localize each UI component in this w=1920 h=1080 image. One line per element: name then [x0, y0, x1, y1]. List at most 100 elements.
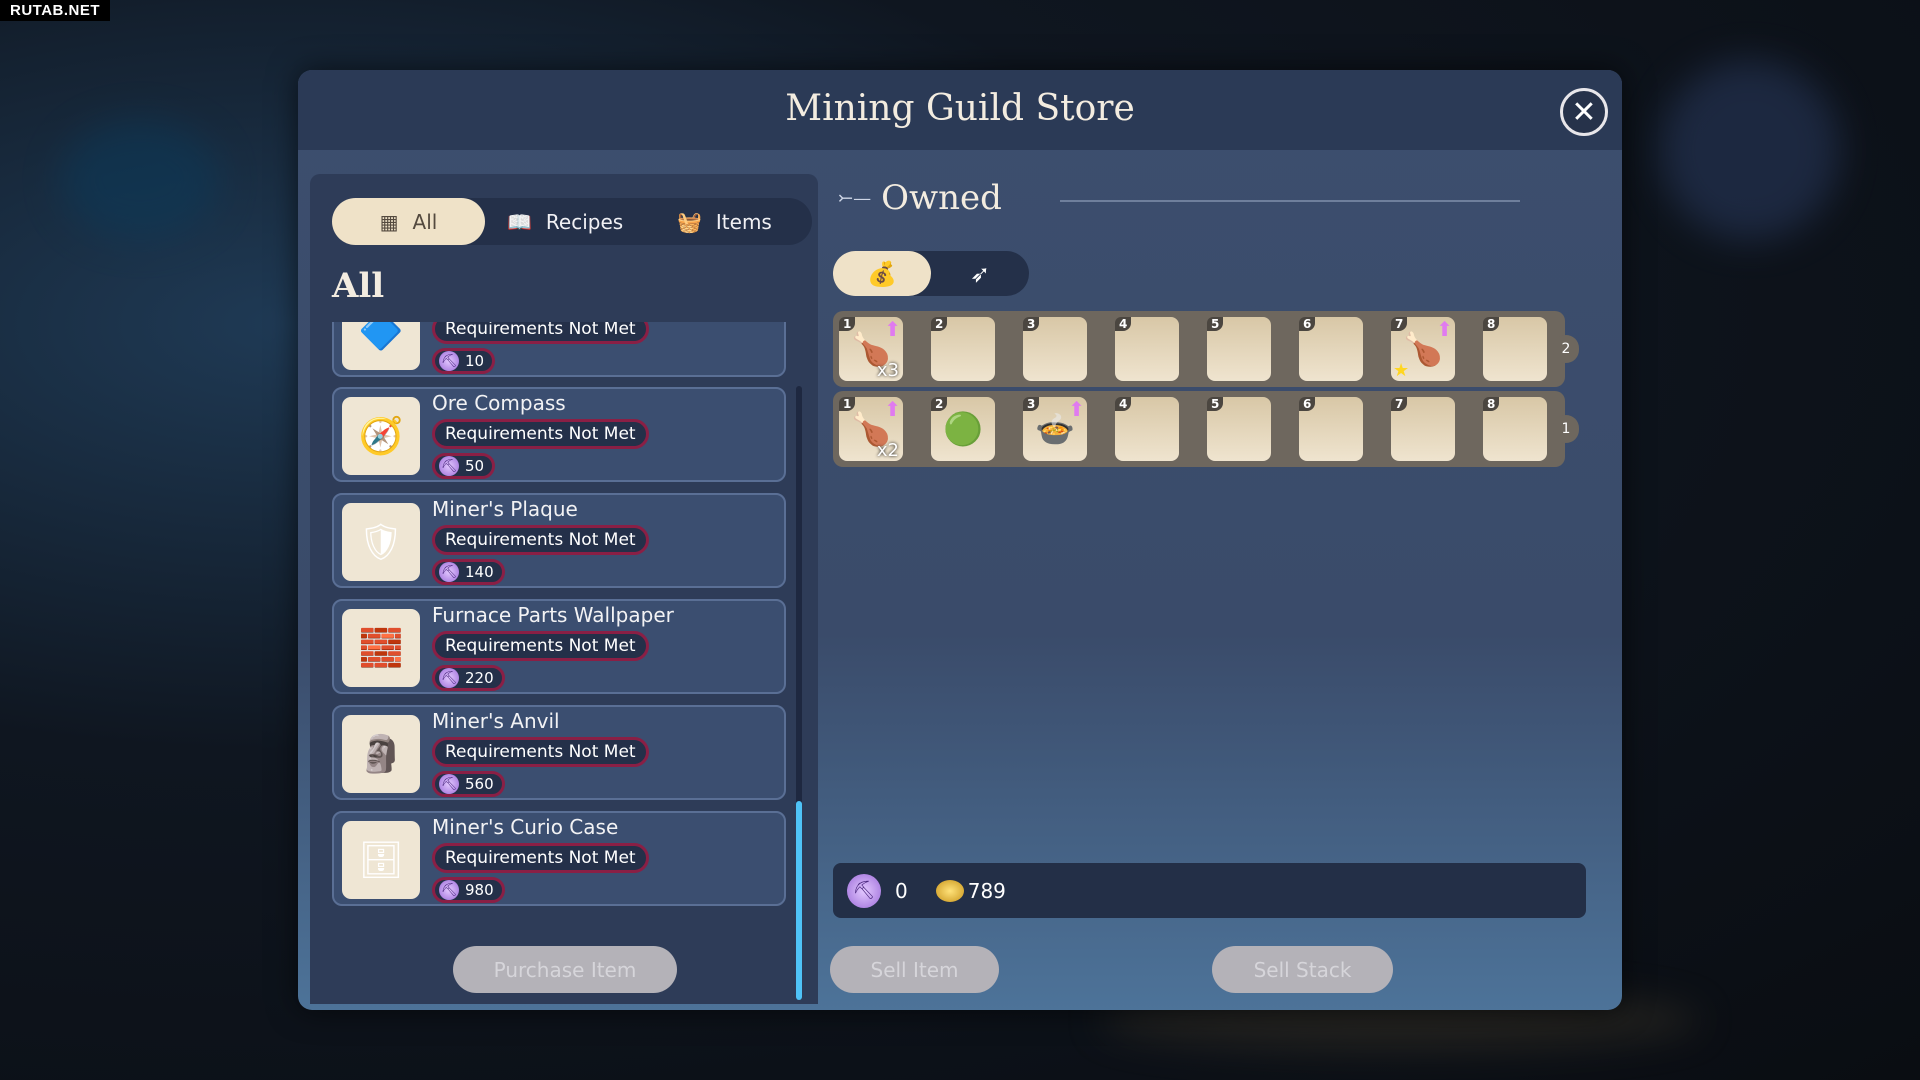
item-price: ⛏ 140	[432, 559, 505, 585]
item-thumbnail: 🗄	[342, 821, 420, 899]
inventory-slot[interactable]: 7	[1391, 397, 1455, 461]
inventory-slot[interactable]: 5	[1207, 397, 1271, 461]
inventory-slot[interactable]: 🍗 7 ⬆ ★	[1391, 317, 1455, 381]
bag-toggle[interactable]: 💰	[833, 251, 931, 296]
guild-token-count: 0	[895, 878, 908, 903]
slot-number: 7	[1391, 397, 1408, 411]
inventory-slot[interactable]: 🍲 3 ⬆	[1023, 397, 1087, 461]
divider	[1060, 200, 1520, 202]
upgrade-arrow-icon: ⬆	[1436, 317, 1453, 341]
inventory-toggle: 💰 ➶	[833, 251, 1029, 296]
item-price: ⛏ 10	[432, 348, 496, 374]
item-thumbnail: 🛡	[342, 503, 420, 581]
store-panel: ▦All 📖Recipes 🧺Items All 🔷 Palium Bar Re…	[310, 174, 818, 1004]
requirements-badge: Requirements Not Met	[432, 631, 649, 661]
store-item[interactable]: 🛡 Miner's Plaque Requirements Not Met ⛏ 1…	[332, 493, 786, 588]
price-value: 50	[465, 457, 485, 475]
gold-coin-icon	[935, 879, 964, 902]
guild-token-icon: ⛏	[439, 351, 459, 371]
inventory-slot[interactable]: 6	[1299, 317, 1363, 381]
requirements-badge: Requirements Not Met	[432, 737, 649, 767]
requirements-badge: Requirements Not Met	[432, 322, 649, 344]
item-thumbnail: 🔷	[342, 322, 420, 370]
inventory-slot[interactable]: 4	[1115, 317, 1179, 381]
store-modal: Mining Guild Store ✕ ▦ All 📖 Recipes 🧺 Item…	[298, 70, 1622, 1010]
item-thumbnail: 🧱	[342, 609, 420, 687]
slot-number: 6	[1299, 397, 1316, 411]
owned-heading: ⤚— Owned	[838, 178, 1002, 218]
star-icon: ★	[1393, 360, 1410, 381]
tab-recipes[interactable]: 📖 Recipes	[507, 198, 623, 245]
book-icon: 📖	[507, 209, 532, 234]
requirements-badge: Requirements Not Met	[432, 525, 649, 555]
store-item[interactable]: 🧭 Ore Compass Requirements Not Met ⛏ 50	[332, 387, 786, 482]
modal-title: Mining Guild Store	[785, 88, 1135, 129]
purchase-item-button[interactable]: Purchase Item	[453, 946, 677, 993]
guild-token-icon: ⛏	[439, 562, 459, 582]
item-thumbnail: 🗿	[342, 715, 420, 793]
scrollbar-thumb[interactable]	[796, 801, 802, 1000]
guild-token-icon: ⛏	[847, 873, 881, 908]
tab-label: All	[412, 209, 438, 234]
inventory-slot[interactable]: 2	[931, 317, 995, 381]
watermark: RUTAB.NET	[0, 0, 111, 21]
filter-tabs: ▦ All 📖 Recipes 🧺 Items	[332, 198, 812, 245]
sell-stack-button[interactable]: Sell Stack	[1212, 946, 1393, 993]
tab-items[interactable]: 🧺 Items	[677, 198, 772, 245]
inventory-slot[interactable]: 8	[1483, 317, 1547, 381]
owned-title: Owned	[881, 178, 1002, 218]
upgrade-arrow-icon: ⬆	[1068, 397, 1085, 421]
guild-token-icon: ⛏	[439, 668, 459, 688]
store-item[interactable]: 🧱 Furnace Parts Wallpaper Requirements N…	[332, 599, 786, 694]
item-quantity: x2	[876, 440, 899, 461]
store-item-list: 🔷 Palium Bar Requirements Not Met ⛏10🧭 O…	[332, 322, 786, 934]
price-value: 10	[465, 352, 485, 370]
item-price: ⛏ 50	[432, 453, 496, 479]
row-page-number: 1	[1553, 415, 1579, 443]
gold-count: 789	[967, 878, 1006, 903]
item-quantity: x3	[876, 360, 899, 381]
store-item[interactable]: 🔷 Palium Bar Requirements Not Met ⛏10	[332, 322, 786, 377]
close-button[interactable]: ✕	[1560, 88, 1608, 136]
inventory-row: 🍗 1 ⬆ x2 🟢 2 🍲 3 ⬆ 4 5 6 7 8 1	[833, 391, 1579, 467]
slot-number: 6	[1299, 317, 1316, 331]
slot-number: 3	[1023, 317, 1040, 331]
item-name: Miner's Anvil	[432, 709, 560, 733]
inventory-slot[interactable]: 3	[1023, 317, 1087, 381]
list-heading: All	[332, 266, 385, 306]
inventory-slot[interactable]: 🟢 2	[931, 397, 995, 461]
inventory-slot[interactable]: 5	[1207, 317, 1271, 381]
item-price: ⛏ 560	[432, 771, 505, 797]
sell-tag-icon: ➶	[969, 259, 991, 288]
basket-icon: 🧺	[677, 209, 702, 234]
inventory-slot[interactable]: 🍗 1 ⬆ x2	[839, 397, 903, 461]
inventory-slot[interactable]: 🍗 1 ⬆ x3	[839, 317, 903, 381]
store-item[interactable]: 🗄 Miner's Curio Case Requirements Not Me…	[332, 811, 786, 906]
store-item[interactable]: 🗿 Miner's Anvil Requirements Not Met ⛏ 56…	[332, 705, 786, 800]
slot-number: 2	[931, 317, 948, 331]
item-name: Ore Compass	[432, 391, 566, 415]
sell-toggle[interactable]: ➶	[931, 251, 1029, 296]
item-name: Miner's Plaque	[432, 497, 578, 521]
tab-all[interactable]: ▦ All	[332, 198, 485, 245]
inventory-row: 🍗 1 ⬆ x3 2 3 4 5 6 🍗 7 ⬆ ★ 8 2	[833, 311, 1579, 387]
bag-icon: 💰	[867, 259, 897, 288]
requirements-badge: Requirements Not Met	[432, 843, 649, 873]
inventory-slot[interactable]: 6	[1299, 397, 1363, 461]
slot-number: 5	[1207, 317, 1224, 331]
slot-number: 8	[1483, 397, 1500, 411]
item-name: Furnace Parts Wallpaper	[432, 603, 674, 627]
inventory-slot[interactable]: 4	[1115, 397, 1179, 461]
slot-number: 4	[1115, 317, 1132, 331]
tab-label: Recipes	[545, 209, 624, 234]
row-page-number: 2	[1553, 335, 1579, 363]
tab-label: Items	[715, 209, 772, 234]
price-value: 560	[465, 775, 494, 793]
sell-item-button[interactable]: Sell Item	[830, 946, 999, 993]
currency-bar: ⛏ 0 789	[833, 863, 1586, 918]
arrow-ornament-icon: ⤚—	[838, 187, 872, 209]
inventory-slot[interactable]: 8	[1483, 397, 1547, 461]
list-scrollbar[interactable]	[796, 386, 802, 1000]
slot-number: 4	[1115, 397, 1132, 411]
upgrade-arrow-icon: ⬆	[884, 317, 901, 341]
